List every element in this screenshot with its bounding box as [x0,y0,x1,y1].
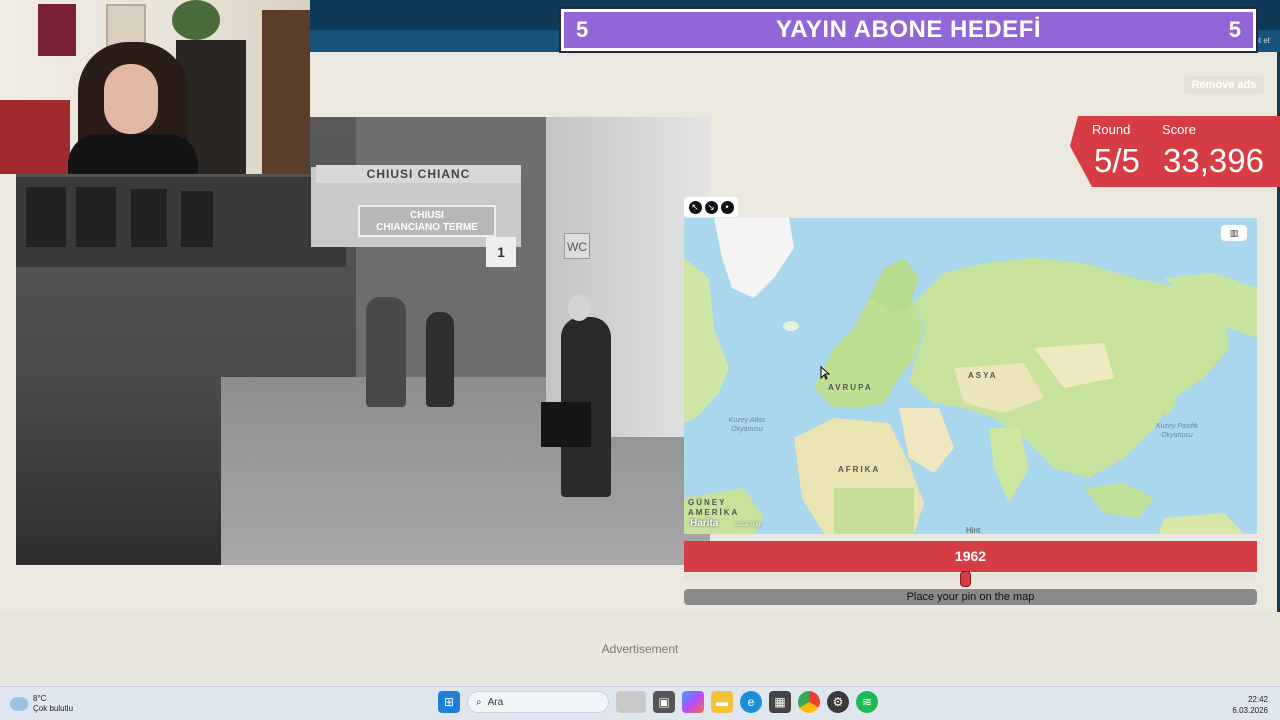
windows-taskbar: 8°C Çok bulutlu ⊞ ⌕ Ara ▣ ▬ e ▦ ⚙ ≋ 22:4… [0,686,1280,720]
subscriber-goal-banner: 5 YAYIN ABONE HEDEFİ 5 [559,7,1258,53]
map-label-north-atlantic: Kuzey Atlas Okyanusu [728,417,766,433]
map-label-india: Hint [966,526,981,534]
weather-temp: 8°C [33,694,47,703]
station-board: CHIUSI CHIANCIANO TERME [358,205,496,237]
map-icon: ▥ [1229,228,1239,238]
map-legal-link[interactable]: Yasal Bilgi [734,522,762,528]
train-window [131,189,167,247]
map-attribution-text: Harita [690,518,719,529]
goal-left-number: 5 [576,17,589,42]
windows-icon[interactable]: ⊞ [438,691,460,713]
taskbar-search[interactable]: ⌕ Ara [467,691,609,713]
app-icon[interactable]: ⚙ [827,691,849,713]
goal-right-number: 5 [1228,17,1241,42]
gaming-chair [0,100,70,174]
remove-ads-button[interactable]: Remove ads [1184,76,1264,94]
year-slider-thumb[interactable] [959,571,971,587]
year-display: 1962 [684,541,1257,572]
search-icon: ⌕ [476,696,482,708]
train-window [181,191,213,247]
walking-passenger [426,312,454,407]
topbar-right-text: pt et [1254,36,1270,45]
copilot-icon[interactable] [682,691,704,713]
shrink-icon[interactable]: ↘ [704,200,718,214]
advertisement-label: Advertisement [601,642,679,656]
weather-desc: Çok bulutlu [33,704,74,713]
streamer-body [68,134,198,174]
weather-text: 8°C Çok bulutlu [33,694,73,714]
walking-passenger [366,297,406,407]
task-view-icon[interactable]: ▣ [653,691,675,713]
plant [172,0,220,40]
advertisement-area: Advertisement [0,612,1280,686]
clock-date: 6.03.2026 [1232,706,1268,715]
suitcase [541,402,591,447]
station-name-sign: CHIUSI CHIANC [316,165,521,183]
map-label-south-america: GÜNEY AMERİKA [688,498,740,517]
weather-widget[interactable]: 8°C Çok bulutlu [10,694,73,714]
expand-icon[interactable]: ↖ [688,200,702,214]
mouse-cursor-icon [820,366,830,380]
round-value: 5/5 [1094,142,1140,179]
taskbar-apps: ⊞ ⌕ Ara ▣ ▬ e ▦ ⚙ ≋ [438,691,878,713]
round-photo: CHIUSI CHIANC CHIUSI CHIANCIANO TERME 1 … [16,117,710,565]
taskbar-clock[interactable]: 22:42 6.03.2026 [1232,694,1268,716]
map-size-tools: ↖ ↘ • [684,197,738,217]
pin-icon[interactable]: • [720,200,734,214]
map-label-europe: AVRUPA [828,383,873,392]
search-highlight-icon[interactable] [616,691,646,713]
map-label-north-pacific: Kuzey Pasifik Okyanusu [1155,423,1199,439]
score-badge: Round Score 5/5 33,396 [1070,116,1280,187]
chrome-icon[interactable] [798,691,820,713]
round-label: Round [1092,122,1131,137]
map-type-button[interactable]: ▥ [1221,225,1247,241]
file-explorer-icon[interactable]: ▬ [711,691,733,713]
streamer-face [104,64,158,134]
guess-map[interactable]: AVRUPA ASYA AFRIKA GÜNEY AMERİKA Hint Ku… [684,218,1257,534]
wc-sign: WC [564,233,590,259]
train-window [76,187,116,247]
map-label-asia: ASYA [968,371,998,380]
store-icon[interactable]: ▦ [769,691,791,713]
search-placeholder: Ara [487,696,504,708]
cloud-icon [10,697,28,711]
edge-icon[interactable]: e [740,691,762,713]
score-label: Score [1162,122,1196,137]
map-attribution: Harita [690,518,718,529]
clock-time: 22:42 [1247,695,1268,704]
map-label-africa: AFRIKA [838,465,881,474]
webcam-overlay [0,0,310,174]
goal-title: YAYIN ABONE HEDEFİ [775,16,1042,43]
platform-number-sign: 1 [486,237,516,267]
score-value: 33,396 [1163,142,1264,179]
door-frame [262,10,310,174]
train-window [26,187,66,247]
place-pin-button[interactable]: Place your pin on the map [684,589,1257,605]
spotify-icon[interactable]: ≋ [856,691,878,713]
wall-art [38,4,76,56]
man-head [568,295,590,321]
